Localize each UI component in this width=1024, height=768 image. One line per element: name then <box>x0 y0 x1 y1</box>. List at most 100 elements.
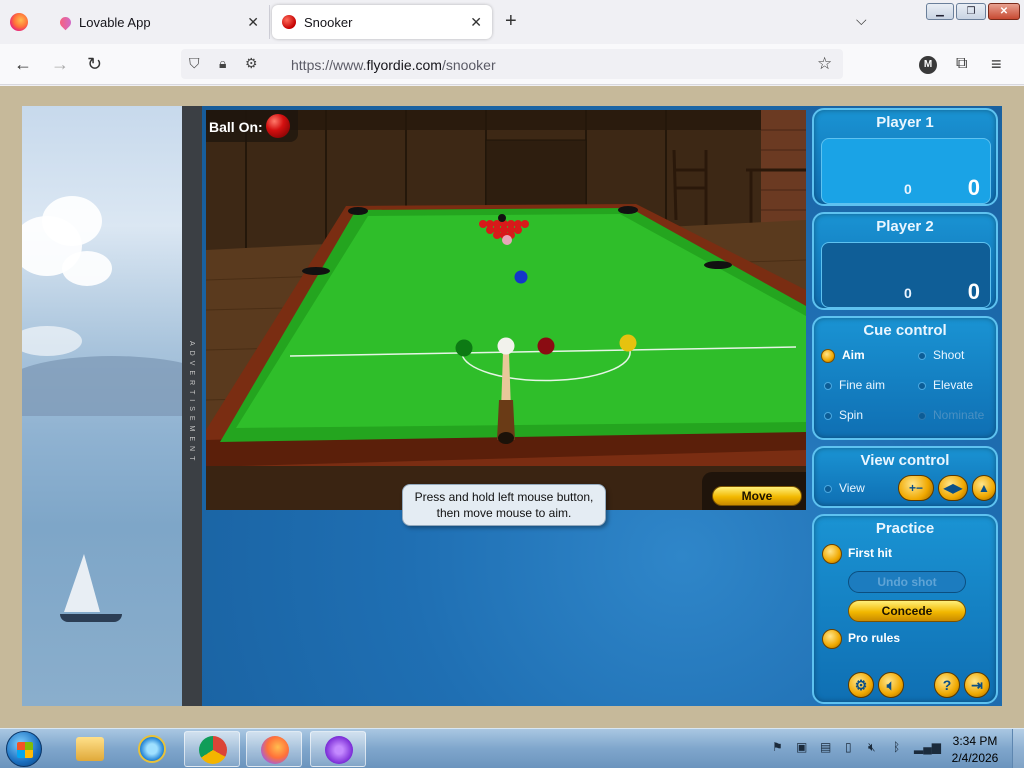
tray-bluetooth-icon[interactable]: ᛒ <box>893 740 900 754</box>
folder-icon <box>76 737 104 761</box>
toggle-knob-icon <box>822 544 842 564</box>
top-view-button[interactable]: ▲ <box>972 475 996 501</box>
taskbar-private-browser[interactable] <box>310 731 366 767</box>
cue-control-title: Cue control <box>863 322 947 339</box>
lock-icon[interactable]: 🔒︎ <box>219 55 226 72</box>
address-bar[interactable]: ⛉ 🔒︎ ⚙︎ https://www.flyordie.com/snooker <box>181 49 843 79</box>
private-browsing-mask-icon <box>325 736 353 764</box>
radio-selected-icon <box>821 348 835 363</box>
player-2-score-box: 0 0 <box>821 242 991 308</box>
sailboat-image <box>64 554 100 612</box>
taskbar-internet-explorer[interactable] <box>124 731 180 767</box>
start-button[interactable] <box>6 731 42 767</box>
player-1-break: 0 <box>904 181 912 197</box>
black-ball <box>498 214 506 222</box>
close-window-button[interactable]: ✕ <box>988 3 1020 20</box>
table-3d-view[interactable]: Ball On: Move <box>206 110 806 510</box>
concede-button[interactable]: Concede <box>848 600 966 622</box>
tray-network-flag-icon[interactable]: ⚑ <box>772 740 783 754</box>
chrome-icon <box>199 736 227 764</box>
cue-control-panel: Cue control Aim Shoot Fine aim Elevate S… <box>812 316 998 440</box>
cue-option-aim[interactable]: Aim <box>821 348 865 363</box>
advertisement-label-strip: ADVERTISEMENT <box>182 106 202 706</box>
move-button[interactable]: Move <box>712 486 802 506</box>
extensions-puzzle-icon[interactable]: ⧉ <box>956 55 967 73</box>
reload-icon[interactable]: ↻ <box>87 54 102 75</box>
internet-explorer-icon <box>138 735 166 763</box>
close-tab-icon[interactable]: ✕ <box>470 14 482 31</box>
radio-icon <box>918 351 926 360</box>
tab-label: Lovable App <box>79 14 151 30</box>
cue-option-shoot[interactable]: Shoot <box>918 348 964 362</box>
forward-arrow-icon[interactable]: → <box>51 54 69 75</box>
cue-ball <box>497 337 515 355</box>
restore-button[interactable]: ❐ <box>956 3 986 20</box>
taskbar-firefox[interactable] <box>246 731 302 767</box>
brown-ball <box>537 337 555 355</box>
view-control-panel: View control View +− ◀▶ ▲ <box>812 446 998 508</box>
aim-hint-tooltip: Press and hold left mouse button, then m… <box>402 484 606 526</box>
player-1-name: Player 1 <box>876 114 934 131</box>
hamburger-menu-icon[interactable]: ≡ <box>991 54 1002 75</box>
tab-snooker[interactable]: Snooker ✕ <box>272 5 492 39</box>
close-tab-icon[interactable]: ✕ <box>247 14 259 31</box>
toggle-knob-icon <box>822 629 842 649</box>
snooker-game: Ball On: Move Press and hold left mouse … <box>202 106 1002 706</box>
back-arrow-icon[interactable]: ← <box>14 54 32 75</box>
tab-bar: Lovable App ✕ Snooker ✕ + ⌵ ▁ ❐ ✕ <box>0 0 1024 44</box>
permissions-icon[interactable]: ⚙︎ <box>245 55 258 72</box>
player-1-panel: Player 1 0 0 <box>812 108 998 206</box>
tab-lovable-app[interactable]: Lovable App ✕ <box>42 5 270 39</box>
clock-time[interactable]: 3:34 PM <box>950 734 1000 748</box>
list-all-tabs-chevron-icon[interactable]: ⌵ <box>856 12 867 29</box>
view-option[interactable]: View <box>824 481 865 495</box>
undo-shot-button[interactable]: Undo shot <box>848 571 966 593</box>
rotate-view-button[interactable]: ◀▶ <box>938 475 968 501</box>
radio-disabled-icon <box>918 411 926 420</box>
zoom-in-out-button[interactable]: +− <box>898 475 934 501</box>
practice-title: Practice <box>875 520 935 537</box>
show-desktop-button[interactable] <box>1012 729 1024 768</box>
tray-volume-muted-icon[interactable]: 🔇︎ <box>868 740 876 755</box>
exit-game-icon[interactable]: ⇥ <box>964 672 990 698</box>
settings-gear-icon[interactable]: ⚙ <box>848 672 874 698</box>
cue-option-fine-aim[interactable]: Fine aim <box>824 378 885 392</box>
windows-logo-icon <box>17 742 33 758</box>
url-text[interactable]: https://www.flyordie.com/snooker <box>291 57 496 73</box>
cue-option-spin[interactable]: Spin <box>824 408 863 422</box>
account-avatar[interactable]: M <box>919 56 937 74</box>
player-2-break: 0 <box>904 285 912 301</box>
taskbar-chrome[interactable] <box>184 731 240 767</box>
tab-label: Snooker <box>304 14 353 30</box>
player-1-score: 0 <box>967 175 980 200</box>
green-ball <box>455 339 473 357</box>
tray-signal-icon[interactable]: ▂▄▆ <box>914 740 941 754</box>
bookmark-star-icon[interactable]: ☆ <box>817 54 832 74</box>
clock-date[interactable]: 2/4/2026 <box>950 751 1000 765</box>
advertisement-banner[interactable] <box>22 106 182 706</box>
radio-icon <box>918 381 926 390</box>
page-viewport: ADVERTISEMENT Ball On: Move Press and ho… <box>0 86 1024 728</box>
minimize-button[interactable]: ▁ <box>926 3 954 20</box>
sound-speaker-icon[interactable]: 🔈︎ <box>878 672 904 698</box>
firefox-view-icon[interactable] <box>10 13 28 31</box>
tracking-shield-icon[interactable]: ⛉ <box>189 55 200 72</box>
first-hit-toggle[interactable]: First hit <box>822 544 892 564</box>
tray-app-icon[interactable]: ▣ <box>796 740 807 754</box>
player-2-name: Player 2 <box>876 218 934 235</box>
ball-on-label: Ball On: <box>209 119 263 135</box>
help-question-icon[interactable]: ? <box>934 672 960 698</box>
player-2-panel: Player 2 0 0 <box>812 212 998 310</box>
radio-icon <box>824 381 832 390</box>
tray-security-icon[interactable]: ▤ <box>820 740 831 754</box>
view-control-title: View control <box>860 452 950 469</box>
snooker-table-svg[interactable] <box>206 110 806 510</box>
new-tab-plus-icon[interactable]: + <box>505 10 517 33</box>
player-2-score: 0 <box>967 279 980 304</box>
cue-option-elevate[interactable]: Elevate <box>918 378 973 392</box>
windows-taskbar: ⚑ ▣ ▤ ▯ 🔇︎ ᛒ ▂▄▆ 3:34 PM 2/4/2026 <box>0 728 1024 768</box>
tray-battery-icon[interactable]: ▯ <box>845 740 852 754</box>
pro-rules-toggle[interactable]: Pro rules <box>822 629 900 649</box>
taskbar-file-explorer[interactable] <box>62 731 118 767</box>
radio-icon <box>824 484 832 493</box>
